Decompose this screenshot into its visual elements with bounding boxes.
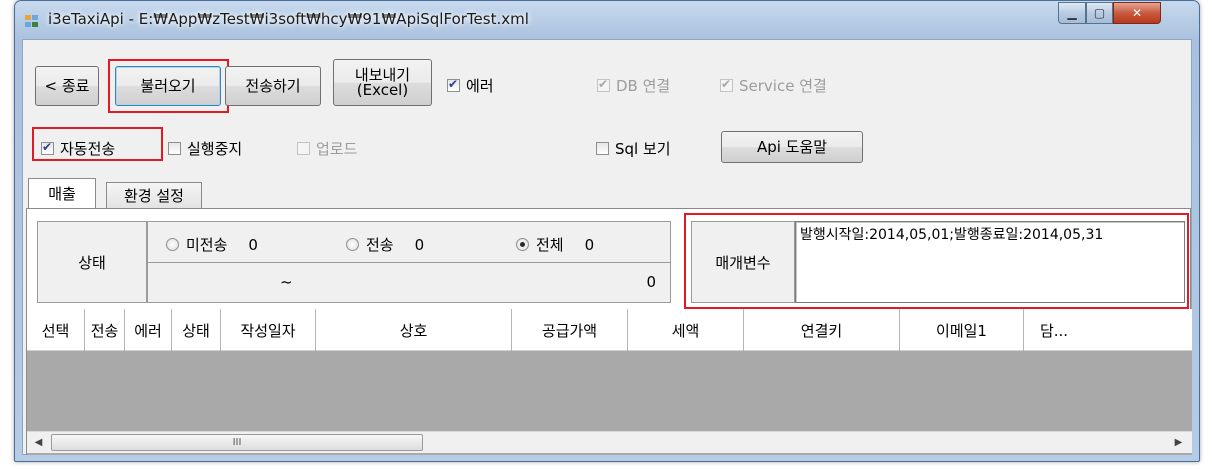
col-status[interactable]: 상태 xyxy=(172,309,221,351)
radio-all-label: 전체 xyxy=(536,236,564,254)
window-title: i3eTaxiApi - E:₩App₩zTest₩i3soft₩hcy₩91₩… xyxy=(48,10,529,28)
col-company-label: 상호 xyxy=(399,321,428,340)
tab-sales[interactable]: 매출 xyxy=(28,178,96,208)
status-filter-group: 미전송 0 전송 0 전체 0 ~ 0 xyxy=(147,221,671,303)
close-icon: ✕ xyxy=(1131,6,1143,20)
col-link-key[interactable]: 연결키 xyxy=(744,309,900,351)
col-select[interactable]: 선택 xyxy=(27,309,85,351)
tab-sales-label: 매출 xyxy=(48,185,76,203)
sql-view-label: Sql 보기 xyxy=(615,140,671,158)
scroll-thumb[interactable]: III xyxy=(51,434,423,451)
service-connection-label: Service 연결 xyxy=(739,77,827,95)
data-grid[interactable]: 선택 전송 에러 상태 작성일자 상호 공급가액 세액 연결키 이메일1 담..… xyxy=(27,309,1192,455)
col-email1[interactable]: 이메일1 xyxy=(900,309,1024,351)
col-link-key-label: 연결키 xyxy=(800,321,843,340)
radio-sent-count: 0 xyxy=(414,235,425,254)
sql-view-checkbox[interactable]: Sql 보기 xyxy=(596,138,671,159)
col-supply-amount-label: 공급가액 xyxy=(541,321,598,340)
radio-unchecked-icon xyxy=(166,238,179,251)
maximize-icon: ▢ xyxy=(1093,6,1106,20)
radio-unchecked-icon xyxy=(346,238,359,251)
checkbox-unchecked-icon xyxy=(596,142,609,155)
checkbox-unchecked-icon xyxy=(297,142,310,155)
load-highlight-box xyxy=(108,59,229,113)
minimize-icon: ▁ xyxy=(1067,6,1077,20)
col-send[interactable]: 전송 xyxy=(85,309,125,351)
radio-unsent[interactable]: 미전송 0 xyxy=(166,234,258,255)
params-highlight-box xyxy=(684,213,1189,309)
maximize-button[interactable]: ▢ xyxy=(1086,2,1113,24)
col-error[interactable]: 에러 xyxy=(125,309,172,351)
app-icon xyxy=(25,15,41,29)
exit-button[interactable]: < 종료 xyxy=(35,66,99,106)
radio-all[interactable]: 전체 0 xyxy=(516,234,594,255)
col-created-date-label: 작성일자 xyxy=(240,321,296,340)
checkbox-checked-icon xyxy=(597,77,610,92)
col-manager[interactable]: 담... xyxy=(1024,309,1084,351)
col-email1-label: 이메일1 xyxy=(936,321,987,340)
tab-panel-sales: 상태 미전송 0 전송 0 전체 0 ~ 0 매개변수 발행시작일:2014,0… xyxy=(26,208,1192,455)
tab-settings-label: 환경 설정 xyxy=(124,187,184,205)
col-manager-label: 담... xyxy=(1039,321,1069,340)
progress-value: 0 xyxy=(646,273,656,291)
auto-send-highlight-box xyxy=(32,127,163,161)
scroll-grip-icon: III xyxy=(232,437,242,448)
status-progress-row: ~ 0 xyxy=(148,262,670,302)
upload-label: 업로드 xyxy=(316,140,358,158)
col-status-label: 상태 xyxy=(182,321,210,340)
status-label: 상태 xyxy=(78,253,106,272)
title-bar[interactable]: i3eTaxiApi - E:₩App₩zTest₩i3soft₩hcy₩91₩… xyxy=(15,1,1199,39)
col-created-date[interactable]: 작성일자 xyxy=(221,309,316,351)
api-help-label: Api 도움말 xyxy=(756,137,828,156)
exit-button-label: < 종료 xyxy=(44,76,90,95)
api-help-button[interactable]: Api 도움말 xyxy=(721,131,863,163)
db-connection-checkbox: DB 연결 xyxy=(597,75,670,96)
stop-execution-label: 실행중지 xyxy=(187,140,243,158)
stop-execution-checkbox[interactable]: 실행중지 xyxy=(168,138,242,159)
checkbox-checked-icon xyxy=(720,77,733,92)
error-checkbox-label: 에러 xyxy=(466,77,494,95)
app-window: i3eTaxiApi - E:₩App₩zTest₩i3soft₩hcy₩91₩… xyxy=(14,0,1200,462)
scroll-right-icon[interactable]: ▶ xyxy=(1170,434,1187,451)
col-tax[interactable]: 세액 xyxy=(628,309,744,351)
radio-sent-label: 전송 xyxy=(366,236,394,254)
col-select-label: 선택 xyxy=(41,321,70,340)
send-button-label: 전송하기 xyxy=(245,76,301,95)
horizontal-scrollbar[interactable]: ◀ III ▶ xyxy=(27,431,1192,453)
col-error-label: 에러 xyxy=(134,321,162,340)
status-label-box: 상태 xyxy=(37,221,147,303)
checkbox-unchecked-icon xyxy=(168,142,181,155)
export-label-line2: (Excel) xyxy=(356,80,409,99)
db-connection-label: DB 연결 xyxy=(616,77,671,95)
col-send-label: 전송 xyxy=(90,321,119,340)
radio-unsent-label: 미전송 xyxy=(186,236,228,254)
error-checkbox[interactable]: 에러 xyxy=(447,75,494,96)
upload-checkbox: 업로드 xyxy=(297,138,357,159)
col-tax-label: 세액 xyxy=(671,321,700,340)
radio-checked-icon xyxy=(516,238,529,251)
grid-header: 선택 전송 에러 상태 작성일자 상호 공급가액 세액 연결키 이메일1 담..… xyxy=(27,309,1192,351)
checkbox-checked-icon xyxy=(447,77,460,92)
radio-unsent-count: 0 xyxy=(248,235,258,254)
scroll-left-icon[interactable]: ◀ xyxy=(30,434,47,451)
client-area: < 종료 불러오기 전송하기 내보내기 (Excel) 에러 DB 연결 Ser… xyxy=(22,39,1192,455)
minimize-button[interactable]: ▁ xyxy=(1058,2,1086,24)
radio-all-count: 0 xyxy=(584,235,595,254)
close-button[interactable]: ✕ xyxy=(1113,2,1161,24)
col-company[interactable]: 상호 xyxy=(316,309,512,351)
export-excel-button[interactable]: 내보내기 (Excel) xyxy=(333,59,432,106)
col-supply-amount[interactable]: 공급가액 xyxy=(512,309,628,351)
send-button[interactable]: 전송하기 xyxy=(225,66,321,106)
date-range-separator: ~ xyxy=(280,273,293,291)
service-connection-checkbox: Service 연결 xyxy=(720,75,827,96)
radio-sent[interactable]: 전송 0 xyxy=(346,234,424,255)
tab-settings[interactable]: 환경 설정 xyxy=(106,182,202,208)
